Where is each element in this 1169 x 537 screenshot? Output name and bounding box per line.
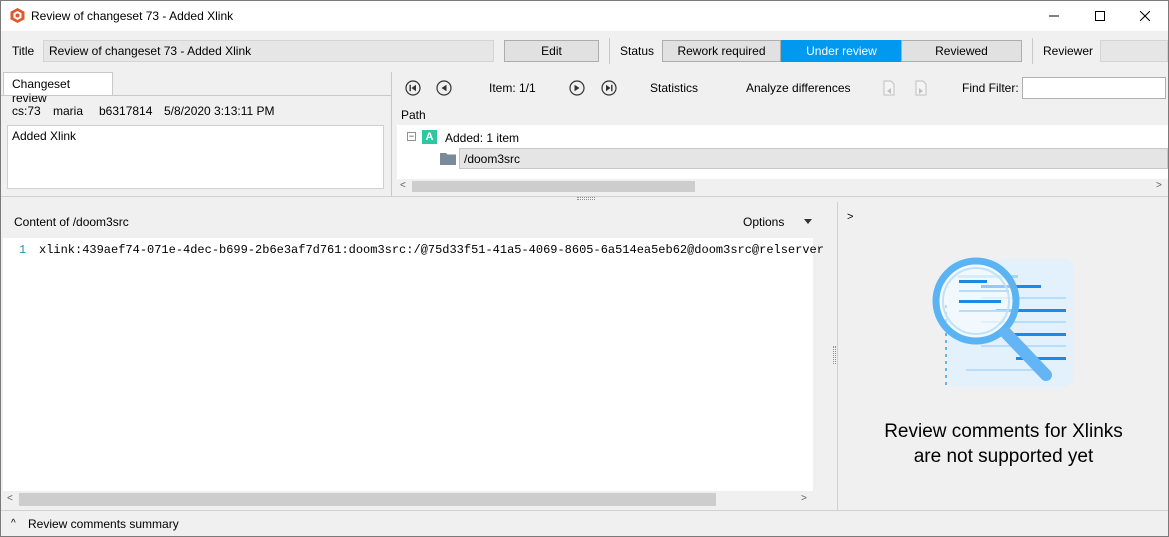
prev-diff-icon[interactable] — [882, 80, 896, 96]
magnifier-document-icon — [932, 257, 1074, 387]
app-window: Review of changeset 73 - Added Xlink Tit… — [0, 0, 1169, 537]
item-counter: Item: 1/1 — [489, 81, 536, 95]
changeset-author: maria — [53, 104, 84, 118]
chevron-down-icon[interactable] — [804, 219, 812, 224]
tab-changeset-review[interactable]: Changeset review — [3, 72, 113, 105]
changeset-id: cs:73 — [12, 104, 41, 118]
edit-button[interactable]: Edit — [504, 40, 599, 62]
line-number: 1 — [19, 243, 27, 257]
reviewer-field[interactable] — [1100, 40, 1168, 62]
path-column-header[interactable]: Path — [401, 108, 426, 122]
scroll-left-icon[interactable]: < — [400, 180, 406, 191]
divider — [1, 510, 1168, 511]
statistics-button[interactable]: Statistics — [650, 81, 698, 95]
changeset-comment-box[interactable]: Added Xlink — [7, 125, 384, 189]
title-field[interactable]: Review of changeset 73 - Added Xlink — [43, 40, 494, 62]
divider — [1, 95, 391, 96]
scroll-left-icon[interactable]: < — [7, 493, 13, 504]
content-title: Content of /doom3src — [14, 215, 129, 229]
status-rework-required[interactable]: Rework required — [662, 40, 781, 62]
divider — [609, 38, 610, 64]
options-button[interactable]: Options — [743, 215, 784, 229]
close-button[interactable] — [1122, 1, 1168, 31]
content-editor[interactable] — [3, 238, 813, 491]
window-title: Review of changeset 73 - Added Xlink — [31, 9, 234, 23]
scroll-right-icon[interactable]: > — [801, 493, 807, 504]
changeset-date: 5/8/2020 3:13:11 PM — [164, 104, 275, 118]
plastic-logo-icon — [10, 8, 25, 23]
close-icon — [1140, 11, 1150, 21]
next-diff-icon[interactable] — [914, 80, 928, 96]
changeset-hash: b6317814 — [99, 104, 153, 118]
title-label: Title — [12, 44, 35, 58]
next-item-icon[interactable] — [569, 80, 585, 96]
splitter-grip-icon — [833, 346, 836, 364]
minimize-button[interactable] — [1031, 1, 1077, 31]
collapse-toggle[interactable]: − — [407, 132, 416, 141]
maximize-button[interactable] — [1077, 1, 1123, 31]
review-unsupported-message: Review comments for Xlinks are not suppo… — [884, 421, 1123, 467]
tree-hscroll-thumb[interactable] — [412, 181, 695, 192]
changeset-comment: Added Xlink — [12, 129, 77, 143]
find-filter-label: Find Filter: — [962, 81, 1019, 95]
analyze-differences-button[interactable]: Analyze differences — [746, 81, 851, 95]
status-under-review[interactable]: Under review — [781, 40, 902, 62]
content-line: xlink:439aef74-071e-4dec-b699-2b6e3af7d7… — [39, 243, 824, 257]
maximize-icon — [1095, 11, 1105, 21]
previous-item-icon[interactable] — [436, 80, 452, 96]
expand-summary-icon[interactable]: ^ — [11, 518, 16, 529]
first-item-icon[interactable] — [405, 80, 421, 96]
content-hscroll-thumb[interactable] — [19, 493, 716, 506]
status-label: Status — [620, 44, 655, 58]
tree-item-doom3src[interactable]: /doom3src — [459, 148, 1168, 169]
added-badge-icon: A — [422, 130, 437, 144]
divider — [1032, 38, 1033, 64]
tree-group-added[interactable]: Added: 1 item — [445, 131, 519, 145]
review-comments-summary-toggle[interactable]: Review comments summary — [28, 517, 179, 531]
minimize-icon — [1049, 15, 1059, 17]
splitter[interactable] — [391, 72, 392, 196]
splitter-grip-icon — [577, 197, 595, 200]
scroll-right-icon[interactable]: > — [1156, 180, 1162, 191]
title-bar: Review of changeset 73 - Added Xlink — [1, 1, 1168, 31]
expand-review-button[interactable]: > — [847, 211, 853, 223]
last-item-icon[interactable] — [601, 80, 617, 96]
status-reviewed[interactable]: Reviewed — [901, 40, 1022, 62]
folder-icon — [440, 153, 456, 165]
divider — [837, 202, 838, 510]
find-filter-input[interactable] — [1022, 77, 1166, 99]
tree-item-label: /doom3src — [464, 152, 521, 166]
reviewer-label: Reviewer — [1043, 44, 1094, 58]
